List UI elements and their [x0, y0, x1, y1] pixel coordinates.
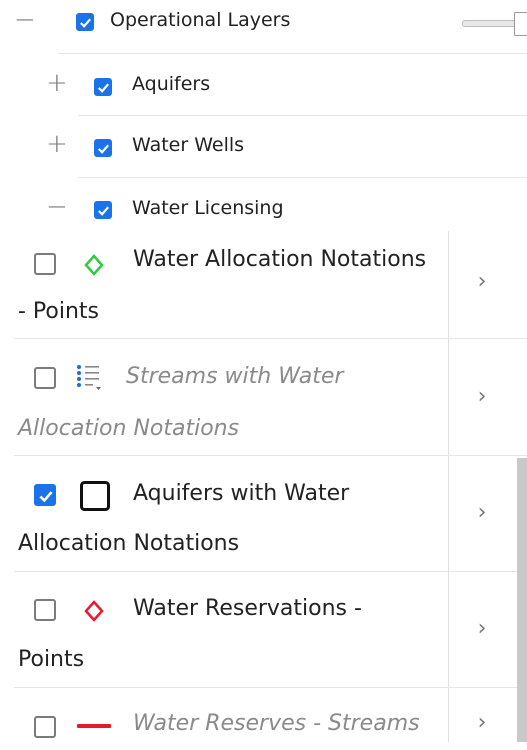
chevron-right-icon[interactable]: › — [452, 710, 512, 735]
legend-list-icon — [77, 365, 101, 390]
layer-checkbox[interactable] — [34, 484, 56, 506]
chevron-right-icon[interactable]: › — [452, 616, 512, 641]
opacity-slider[interactable] — [462, 12, 527, 36]
water-wells-label: Water Wells — [132, 134, 245, 156]
layer-title-line1: Water Reservations - — [133, 596, 362, 621]
chevron-right-icon[interactable]: › — [452, 269, 512, 294]
layer-item-streams-with-water-allocation-notations: Streams with Water Allocation Notations … — [0, 339, 527, 456]
expand-aquifers-button[interactable]: + — [46, 70, 68, 96]
layer-checkbox[interactable] — [34, 599, 56, 621]
layer-title-line1: Water Allocation Notations — [133, 247, 427, 272]
layer-item-water-reservations-points: Water Reservations - Points › — [0, 572, 527, 688]
divider — [78, 177, 527, 178]
water-licensing-checkbox[interactable] — [94, 201, 112, 219]
chevron-right-icon[interactable]: › — [452, 384, 512, 409]
slider-thumb[interactable] — [514, 12, 527, 36]
layer-item-water-allocation-notations-points: Water Allocation Notations - Points › — [0, 231, 527, 339]
water-wells-checkbox[interactable] — [94, 139, 112, 157]
black-square-icon — [80, 481, 110, 511]
chevron-right-icon[interactable]: › — [452, 500, 512, 525]
checkmark-icon — [39, 491, 53, 503]
layer-item-water-reserves-streams: Water Reserves - Streams › — [0, 688, 527, 742]
expand-water-wells-button[interactable]: + — [46, 131, 68, 157]
layer-item-aquifers-with-water-allocation-notations: Aquifers with Water Allocation Notations… — [0, 456, 527, 572]
red-line-icon — [77, 724, 111, 728]
operational-layers-label: Operational Layers — [110, 9, 291, 31]
red-diamond-icon — [84, 600, 104, 622]
green-diamond-icon — [84, 254, 104, 276]
layer-checkbox[interactable] — [34, 253, 56, 275]
layer-title-line1: Water Reserves - Streams — [133, 711, 420, 736]
layer-title-line1: Streams with Water — [126, 364, 344, 389]
layer-title-line2: - Points — [18, 299, 100, 324]
divider — [78, 115, 527, 116]
layer-title-line2: Allocation Notations — [18, 531, 240, 556]
water-licensing-label: Water Licensing — [132, 197, 284, 219]
aquifers-checkbox[interactable] — [94, 78, 112, 96]
checkmark-icon — [98, 83, 110, 93]
collapse-operational-layers-button[interactable]: − — [14, 7, 36, 33]
operational-layers-checkbox[interactable] — [76, 13, 94, 31]
layer-title-line1: Aquifers with Water — [133, 481, 350, 506]
collapse-water-licensing-button[interactable]: − — [46, 194, 68, 220]
layer-checkbox[interactable] — [34, 367, 56, 389]
checkmark-icon — [80, 18, 92, 28]
layer-title-line2: Points — [18, 647, 85, 672]
scrollbar[interactable] — [517, 458, 527, 742]
layer-title-line2: Allocation Notations — [18, 416, 240, 441]
checkmark-icon — [98, 144, 110, 154]
layer-checkbox[interactable] — [34, 716, 56, 738]
aquifers-label: Aquifers — [132, 73, 211, 95]
divider — [58, 53, 527, 54]
checkmark-icon — [98, 206, 110, 216]
